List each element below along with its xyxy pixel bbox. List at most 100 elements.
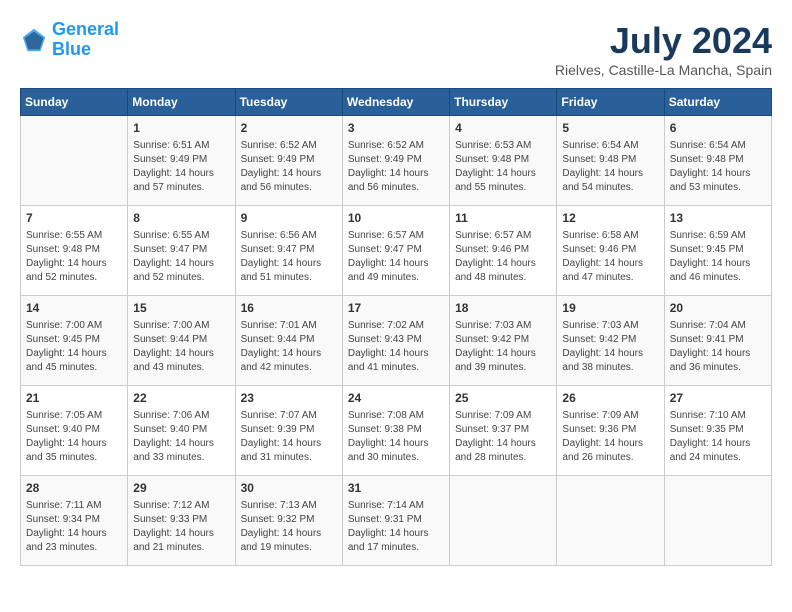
day-info: Sunrise: 6:55 AM Sunset: 9:48 PM Dayligh… [26,229,122,285]
calendar-cell: 11Sunrise: 6:57 AM Sunset: 9:46 PM Dayli… [450,206,557,296]
calendar-cell: 6 Sunrise: 6:54 AM Sunset: 9:48 PM Daylig… [664,116,771,206]
day-number: 6 [670,120,766,137]
day-info: Sunrise: 7:13 AM Sunset: 9:32 PM Dayligh… [241,499,337,555]
header-sunday: Sunday [21,89,128,116]
page-header: General Blue July 2024 Rielves, Castille… [20,20,772,78]
day-info: Sunrise: 6:53 AM Sunset: 9:48 PM Dayligh… [455,139,551,195]
day-info: Sunrise: 7:01 AM Sunset: 9:44 PM Dayligh… [241,319,337,375]
calendar-cell: 16 Sunrise: 7:01 AM Sunset: 9:44 PM Dayli… [235,296,342,386]
day-info: Sunrise: 6:58 AM Sunset: 9:46 PM Dayligh… [562,229,658,285]
calendar-cell: 5 Sunrise: 6:54 AM Sunset: 9:48 PM Daylig… [557,116,664,206]
day-number: 3 [348,120,444,137]
calendar-cell: 22Sunrise: 7:06 AM Sunset: 9:40 PM Dayli… [128,386,235,476]
day-info: Sunrise: 6:57 AM Sunset: 9:47 PM Dayligh… [348,229,444,285]
calendar-cell: 18Sunrise: 7:03 AM Sunset: 9:42 PM Dayli… [450,296,557,386]
logo-icon [20,26,48,54]
day-info: Sunrise: 7:08 AM Sunset: 9:38 PM Dayligh… [348,409,444,465]
calendar-cell: 28 Sunrise: 7:11 AM Sunset: 9:34 PM Dayli… [21,476,128,566]
day-number: 2 [241,120,337,137]
calendar-cell [557,476,664,566]
calendar-cell: 15Sunrise: 7:00 AM Sunset: 9:44 PM Dayli… [128,296,235,386]
day-number: 30 [241,480,337,497]
day-info: Sunrise: 6:54 AM Sunset: 9:48 PM Dayligh… [670,139,766,195]
day-number: 24 [348,390,444,407]
header-tuesday: Tuesday [235,89,342,116]
week-row-2: 7 Sunrise: 6:55 AM Sunset: 9:48 PM Daylig… [21,206,772,296]
day-info: Sunrise: 6:52 AM Sunset: 9:49 PM Dayligh… [241,139,337,195]
week-row-3: 14 Sunrise: 7:00 AM Sunset: 9:45 PM Dayli… [21,296,772,386]
logo: General Blue [20,20,119,60]
calendar-cell: 7 Sunrise: 6:55 AM Sunset: 9:48 PM Daylig… [21,206,128,296]
calendar-cell: 3 Sunrise: 6:52 AM Sunset: 9:49 PM Daylig… [342,116,449,206]
day-number: 16 [241,300,337,317]
calendar-cell: 17Sunrise: 7:02 AM Sunset: 9:43 PM Dayli… [342,296,449,386]
calendar-cell: 24 Sunrise: 7:08 AM Sunset: 9:38 PM Dayli… [342,386,449,476]
day-number: 9 [241,210,337,227]
day-info: Sunrise: 7:09 AM Sunset: 9:36 PM Dayligh… [562,409,658,465]
week-row-4: 21 Sunrise: 7:05 AM Sunset: 9:40 PM Dayli… [21,386,772,476]
header-saturday: Saturday [664,89,771,116]
day-number: 7 [26,210,122,227]
calendar-cell: 12 Sunrise: 6:58 AM Sunset: 9:46 PM Dayli… [557,206,664,296]
title-block: July 2024 Rielves, Castille-La Mancha, S… [555,20,772,78]
calendar-cell: 4 Sunrise: 6:53 AM Sunset: 9:48 PM Daylig… [450,116,557,206]
calendar-cell: 9Sunrise: 6:56 AM Sunset: 9:47 PM Daylig… [235,206,342,296]
calendar-cell: 25 Sunrise: 7:09 AM Sunset: 9:37 PM Dayli… [450,386,557,476]
day-info: Sunrise: 7:05 AM Sunset: 9:40 PM Dayligh… [26,409,122,465]
day-number: 14 [26,300,122,317]
calendar-cell: 26 Sunrise: 7:09 AM Sunset: 9:36 PM Dayli… [557,386,664,476]
day-info: Sunrise: 7:04 AM Sunset: 9:41 PM Dayligh… [670,319,766,375]
day-number: 29 [133,480,229,497]
calendar-cell: 2 Sunrise: 6:52 AM Sunset: 9:49 PM Daylig… [235,116,342,206]
day-number: 31 [348,480,444,497]
calendar-cell: 29 Sunrise: 7:12 AM Sunset: 9:33 PM Dayli… [128,476,235,566]
calendar-cell: 19Sunrise: 7:03 AM Sunset: 9:42 PM Dayli… [557,296,664,386]
header-friday: Friday [557,89,664,116]
day-number: 19 [562,300,658,317]
calendar-cell: 1 Sunrise: 6:51 AM Sunset: 9:49 PM Daylig… [128,116,235,206]
day-number: 20 [670,300,766,317]
location: Rielves, Castille-La Mancha, Spain [555,62,772,78]
day-number: 28 [26,480,122,497]
calendar-cell [450,476,557,566]
calendar-cell: 8 Sunrise: 6:55 AM Sunset: 9:47 PM Daylig… [128,206,235,296]
header-wednesday: Wednesday [342,89,449,116]
day-number: 4 [455,120,551,137]
day-number: 22 [133,390,229,407]
day-number: 18 [455,300,551,317]
calendar-cell: 20 Sunrise: 7:04 AM Sunset: 9:41 PM Dayli… [664,296,771,386]
calendar-table: SundayMondayTuesdayWednesdayThursdayFrid… [20,88,772,566]
day-info: Sunrise: 7:09 AM Sunset: 9:37 PM Dayligh… [455,409,551,465]
day-info: Sunrise: 7:10 AM Sunset: 9:35 PM Dayligh… [670,409,766,465]
calendar-cell: 27 Sunrise: 7:10 AM Sunset: 9:35 PM Dayli… [664,386,771,476]
day-number: 12 [562,210,658,227]
day-info: Sunrise: 7:14 AM Sunset: 9:31 PM Dayligh… [348,499,444,555]
day-number: 27 [670,390,766,407]
day-number: 21 [26,390,122,407]
day-number: 25 [455,390,551,407]
week-row-1: 1 Sunrise: 6:51 AM Sunset: 9:49 PM Daylig… [21,116,772,206]
calendar-cell: 23Sunrise: 7:07 AM Sunset: 9:39 PM Dayli… [235,386,342,476]
day-info: Sunrise: 7:00 AM Sunset: 9:45 PM Dayligh… [26,319,122,375]
calendar-cell: 30 Sunrise: 7:13 AM Sunset: 9:32 PM Dayli… [235,476,342,566]
day-number: 26 [562,390,658,407]
day-info: Sunrise: 7:12 AM Sunset: 9:33 PM Dayligh… [133,499,229,555]
day-number: 13 [670,210,766,227]
day-info: Sunrise: 6:55 AM Sunset: 9:47 PM Dayligh… [133,229,229,285]
calendar-cell [21,116,128,206]
day-number: 5 [562,120,658,137]
day-info: Sunrise: 6:54 AM Sunset: 9:48 PM Dayligh… [562,139,658,195]
day-info: Sunrise: 6:51 AM Sunset: 9:49 PM Dayligh… [133,139,229,195]
day-info: Sunrise: 7:11 AM Sunset: 9:34 PM Dayligh… [26,499,122,555]
week-row-5: 28 Sunrise: 7:11 AM Sunset: 9:34 PM Dayli… [21,476,772,566]
day-info: Sunrise: 6:52 AM Sunset: 9:49 PM Dayligh… [348,139,444,195]
day-number: 8 [133,210,229,227]
day-number: 15 [133,300,229,317]
day-number: 10 [348,210,444,227]
calendar-cell: 21 Sunrise: 7:05 AM Sunset: 9:40 PM Dayli… [21,386,128,476]
day-number: 11 [455,210,551,227]
day-number: 23 [241,390,337,407]
header-thursday: Thursday [450,89,557,116]
day-info: Sunrise: 7:02 AM Sunset: 9:43 PM Dayligh… [348,319,444,375]
day-number: 1 [133,120,229,137]
